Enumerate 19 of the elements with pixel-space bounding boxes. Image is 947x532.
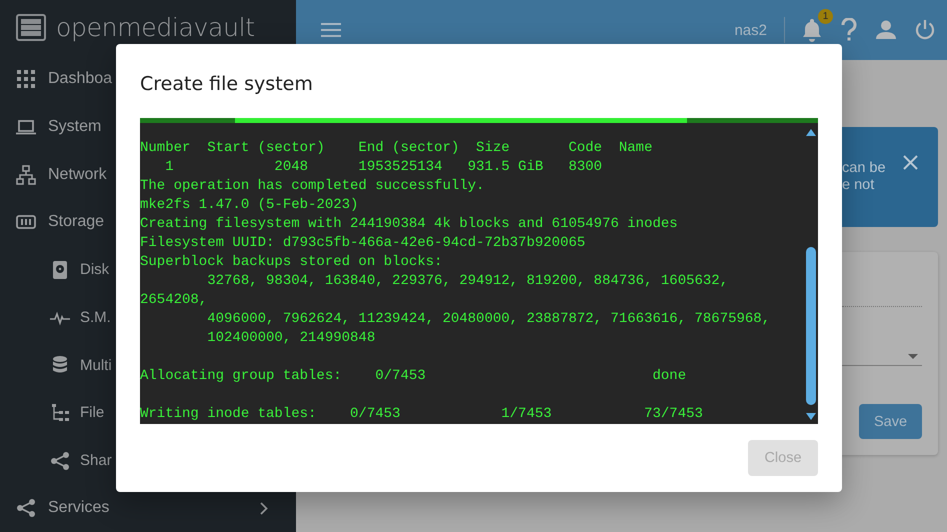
alert-text: e not (842, 177, 876, 194)
terminal-line: 102400000, 214990848 (206, 329, 376, 348)
hostname: nas2 (734, 22, 767, 38)
terminal-line: mke2fs 1.47.0 (5-Feb-2023) (140, 196, 360, 215)
logo-text: openmediavault (56, 13, 255, 42)
terminal-line: 4096000, 7962624, 11239424, 20480000, 23887872, 71663616, 78675968, (206, 310, 772, 329)
terminal-line: Creating filesystem with 244190384 4k blocks and 61054976 inodes (140, 215, 679, 234)
terminal-line: 1 2048 1953525134 931.5 GiB 8300 (164, 158, 604, 177)
notification-badge: 1 (818, 9, 833, 24)
terminal-line: Superblock backups stored on blocks: (140, 253, 444, 272)
terminal-line: Filesystem UUID: d793c5fb-466a-42e6-94cd-72b37b920065 (140, 234, 586, 253)
dialog-title: Create file system (140, 72, 314, 97)
terminal-line: The operation has completed successfully. (140, 177, 486, 196)
alert-text: can be (842, 160, 887, 177)
terminal-line: Number Start (sector) End (sector) Size Code Name (140, 139, 654, 158)
terminal-line: Writing inode tables: 0/7453 1/7453 73/7453 (140, 405, 704, 424)
terminal-line: 2654208, (140, 291, 208, 310)
terminal-line: 32768, 98304, 163840, 229376, 294912, 819200, 884736, 1605632, (206, 272, 730, 291)
terminal-line: Allocating group tables: 0/7453 done (140, 367, 688, 386)
